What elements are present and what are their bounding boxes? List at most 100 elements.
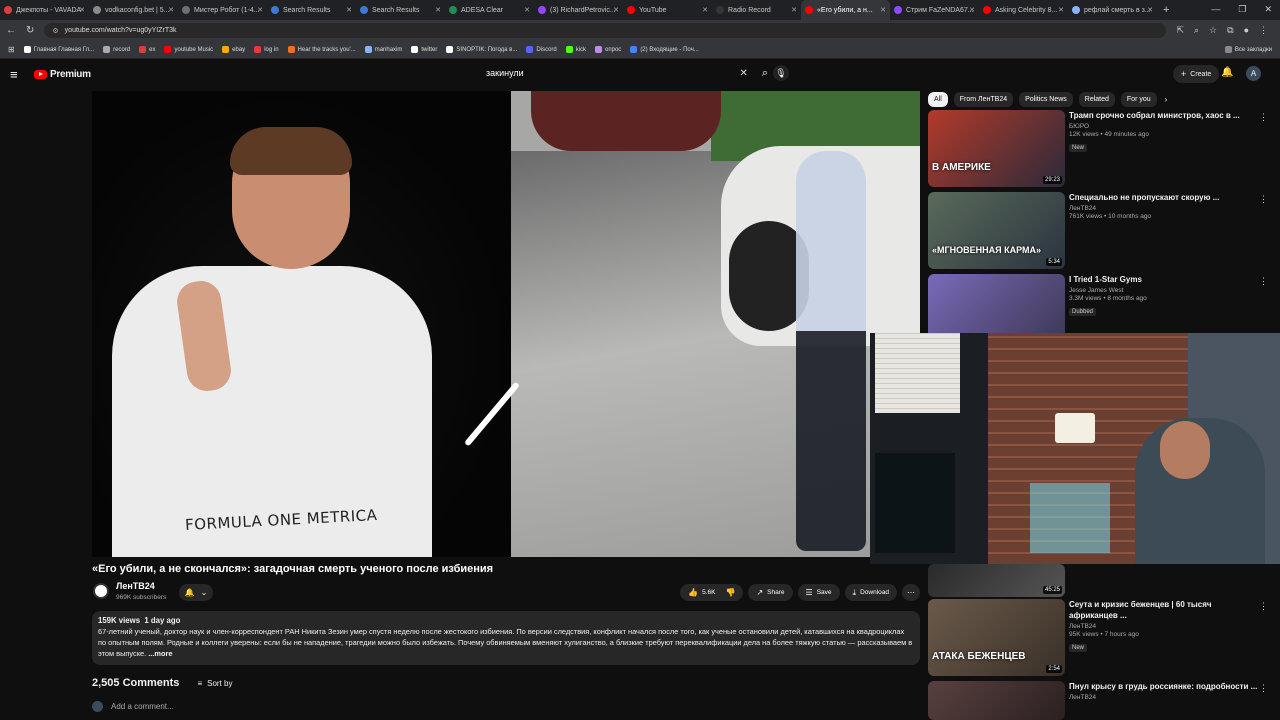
video-player[interactable]: FORMULA ONE METRICA	[92, 91, 920, 557]
close-icon[interactable]: ✕	[524, 6, 530, 14]
rec-title[interactable]: Специально не пропускают скорую ...	[1069, 192, 1259, 203]
microphone-icon[interactable]: 🎙	[773, 65, 789, 81]
zoom-icon[interactable]: ⌕	[1194, 25, 1199, 36]
close-icon[interactable]: ✕	[613, 6, 619, 14]
open-in-app-icon[interactable]: ⇱	[1176, 25, 1184, 36]
more-vert-icon[interactable]: ⋮	[1259, 112, 1268, 123]
add-comment-input[interactable]: Add a comment...	[111, 702, 174, 711]
more-vert-icon[interactable]: ⋮	[1259, 601, 1268, 612]
more-vert-icon[interactable]: ⋮	[1259, 683, 1268, 694]
close-icon[interactable]: ✕	[702, 6, 708, 14]
close-icon[interactable]: ✕	[880, 6, 886, 14]
rec-channel[interactable]: ЛенТВ24	[1069, 694, 1259, 701]
close-icon[interactable]: ✕	[346, 6, 352, 14]
chevron-right-icon[interactable]: ›	[1165, 95, 1168, 104]
browser-tab[interactable]: Radio Record ✕	[712, 0, 801, 20]
clear-search-icon[interactable]: ✕	[739, 68, 747, 79]
bookmark[interactable]: (2) Входящие - Поч...	[630, 46, 699, 53]
browser-tab[interactable]: vodkaconfig.bet | 5... ✕	[89, 0, 178, 20]
youtube-logo[interactable]: Premium	[34, 69, 91, 80]
bookmark[interactable]: log in	[254, 46, 279, 53]
close-icon[interactable]: ✕	[1147, 6, 1153, 14]
chip-from-channel[interactable]: From ЛенТВ24	[953, 91, 1014, 107]
close-icon[interactable]: ✕	[1058, 6, 1064, 14]
more-actions-button[interactable]: ⋯	[902, 584, 920, 601]
back-icon[interactable]: ←	[6, 25, 16, 36]
share-button[interactable]: ↗ Share	[748, 584, 793, 601]
minimize-icon[interactable]: —	[1211, 4, 1220, 15]
browser-tab[interactable]: рефлай смерть в з... ✕	[1068, 0, 1157, 20]
channel-name[interactable]: ЛенТВ24	[116, 581, 155, 591]
create-button[interactable]: + Create	[1173, 65, 1220, 83]
add-comment-row[interactable]: Add a comment...	[92, 701, 174, 712]
bookmark[interactable]: twitter	[411, 46, 437, 53]
rec-channel[interactable]: Jesse James West	[1069, 287, 1259, 294]
rec-title[interactable]: Пнул крысу в грудь россиянке: подробност…	[1069, 681, 1259, 692]
save-button[interactable]: ☰ Save	[797, 584, 840, 601]
bookmark[interactable]: Главная Главная Гл...	[23, 46, 94, 53]
close-icon[interactable]: ✕	[791, 6, 797, 14]
bookmark[interactable]: ex	[139, 46, 155, 53]
search-icon[interactable]: ⌕	[762, 67, 768, 80]
rec-channel[interactable]: ЛенТВ24	[1069, 205, 1259, 212]
search-input[interactable]: закинули	[478, 68, 739, 78]
site-info-icon[interactable]: ⚙	[52, 27, 58, 35]
browser-tab[interactable]: Мистер Робот (1-4... ✕	[178, 0, 267, 20]
bookmark[interactable]: Discord	[526, 46, 557, 53]
recommended-video-partial[interactable]: 45:25	[928, 564, 1273, 597]
browser-tab[interactable]: Джекпоты - VAVADA ✕	[0, 0, 89, 20]
chip-politics-news[interactable]: Politics News	[1019, 91, 1073, 107]
bookmark[interactable]: youtube Music	[164, 46, 213, 53]
bookmark[interactable]: Hear the tracks you'...	[287, 46, 356, 53]
chip-for-you[interactable]: For you	[1120, 91, 1157, 107]
video-thumbnail[interactable]: «МГНОВЕННАЯ КАРМА» 5:34	[928, 192, 1065, 269]
recommended-video[interactable]: «МГНОВЕННАЯ КАРМА» 5:34 Специально не пр…	[928, 192, 1273, 270]
reload-icon[interactable]: ↻	[26, 25, 34, 36]
bookmark[interactable]: ebay	[222, 46, 245, 53]
bookmark[interactable]: kick	[565, 46, 586, 53]
chip-all[interactable]: All	[928, 91, 948, 107]
notifications-bell-icon[interactable]: 🔔	[1221, 67, 1233, 78]
browser-tab[interactable]: Search Results ✕	[356, 0, 445, 20]
apps-icon[interactable]: ⊞	[8, 45, 15, 54]
browser-tab-active[interactable]: «Его убили, а н... ✕	[801, 0, 890, 20]
video-thumbnail[interactable]: В АМЕРИКЕ 29:23	[928, 110, 1065, 187]
close-icon[interactable]: ✕	[79, 6, 85, 14]
more-vert-icon[interactable]: ⋮	[1259, 194, 1268, 205]
browser-tab[interactable]: Search Results ✕	[267, 0, 356, 20]
rec-title[interactable]: Трамп срочно собрал министров, хаос в ..…	[1069, 110, 1259, 121]
extensions-icon[interactable]: ⧉	[1227, 25, 1233, 36]
search-box[interactable]: закинули ✕ ⌕	[478, 63, 768, 83]
rec-channel[interactable]: БЮРО	[1069, 123, 1259, 130]
close-icon[interactable]: ✕	[969, 6, 975, 14]
bookmark[interactable]: record	[103, 46, 130, 53]
all-bookmarks[interactable]: Все закладки	[1224, 46, 1272, 53]
hamburger-menu-icon[interactable]: ≡	[10, 67, 30, 82]
download-button[interactable]: ⤓ Download	[844, 584, 897, 601]
description-more-link[interactable]: ...more	[148, 649, 172, 658]
video-thumbnail[interactable]	[928, 681, 1065, 720]
video-thumbnail[interactable]: АТАКА БЕЖЕНЦЕВ 2:54	[928, 599, 1065, 676]
browser-tab[interactable]: YouTube ✕	[623, 0, 712, 20]
browser-tab[interactable]: ADESA Clear ✕	[445, 0, 534, 20]
avatar[interactable]: A	[1246, 66, 1261, 81]
browser-tab[interactable]: Asking Celebrity 8... ✕	[979, 0, 1068, 20]
bookmark[interactable]: manhaxim	[364, 46, 402, 53]
rec-title[interactable]: I Tried 1-Star Gyms	[1069, 274, 1259, 285]
maximize-icon[interactable]: ❐	[1238, 4, 1246, 15]
browser-tab[interactable]: Стрим FaZeNDA67... ✕	[890, 0, 979, 20]
recommended-video[interactable]: Пнул крысу в грудь россиянке: подробност…	[928, 681, 1273, 720]
close-icon[interactable]: ✕	[168, 6, 174, 14]
rec-channel[interactable]: ЛенТВ24	[1069, 623, 1259, 630]
close-window-icon[interactable]: ✕	[1264, 4, 1272, 15]
recommended-video[interactable]: АТАКА БЕЖЕНЦЕВ 2:54 Сеута и кризис бежен…	[928, 599, 1273, 677]
recommended-video[interactable]: В АМЕРИКЕ 29:23 Трамп срочно собрал мини…	[928, 110, 1273, 188]
address-bar[interactable]: ⚙ youtube.com/watch?v=ug0yYIZrT3k	[44, 23, 1167, 38]
thumbs-down-icon[interactable]: 👎	[726, 588, 736, 597]
rec-title[interactable]: Сеута и кризис беженцев | 60 тысяч африк…	[1069, 599, 1259, 621]
sort-comments-button[interactable]: ≡ Sort by	[197, 679, 232, 688]
channel-avatar[interactable]	[93, 583, 109, 599]
more-menu-icon[interactable]: ⋮	[1259, 25, 1268, 36]
like-dislike-button[interactable]: 👍 5.6K 👎	[680, 584, 744, 601]
video-thumbnail[interactable]: 45:25	[928, 564, 1065, 597]
